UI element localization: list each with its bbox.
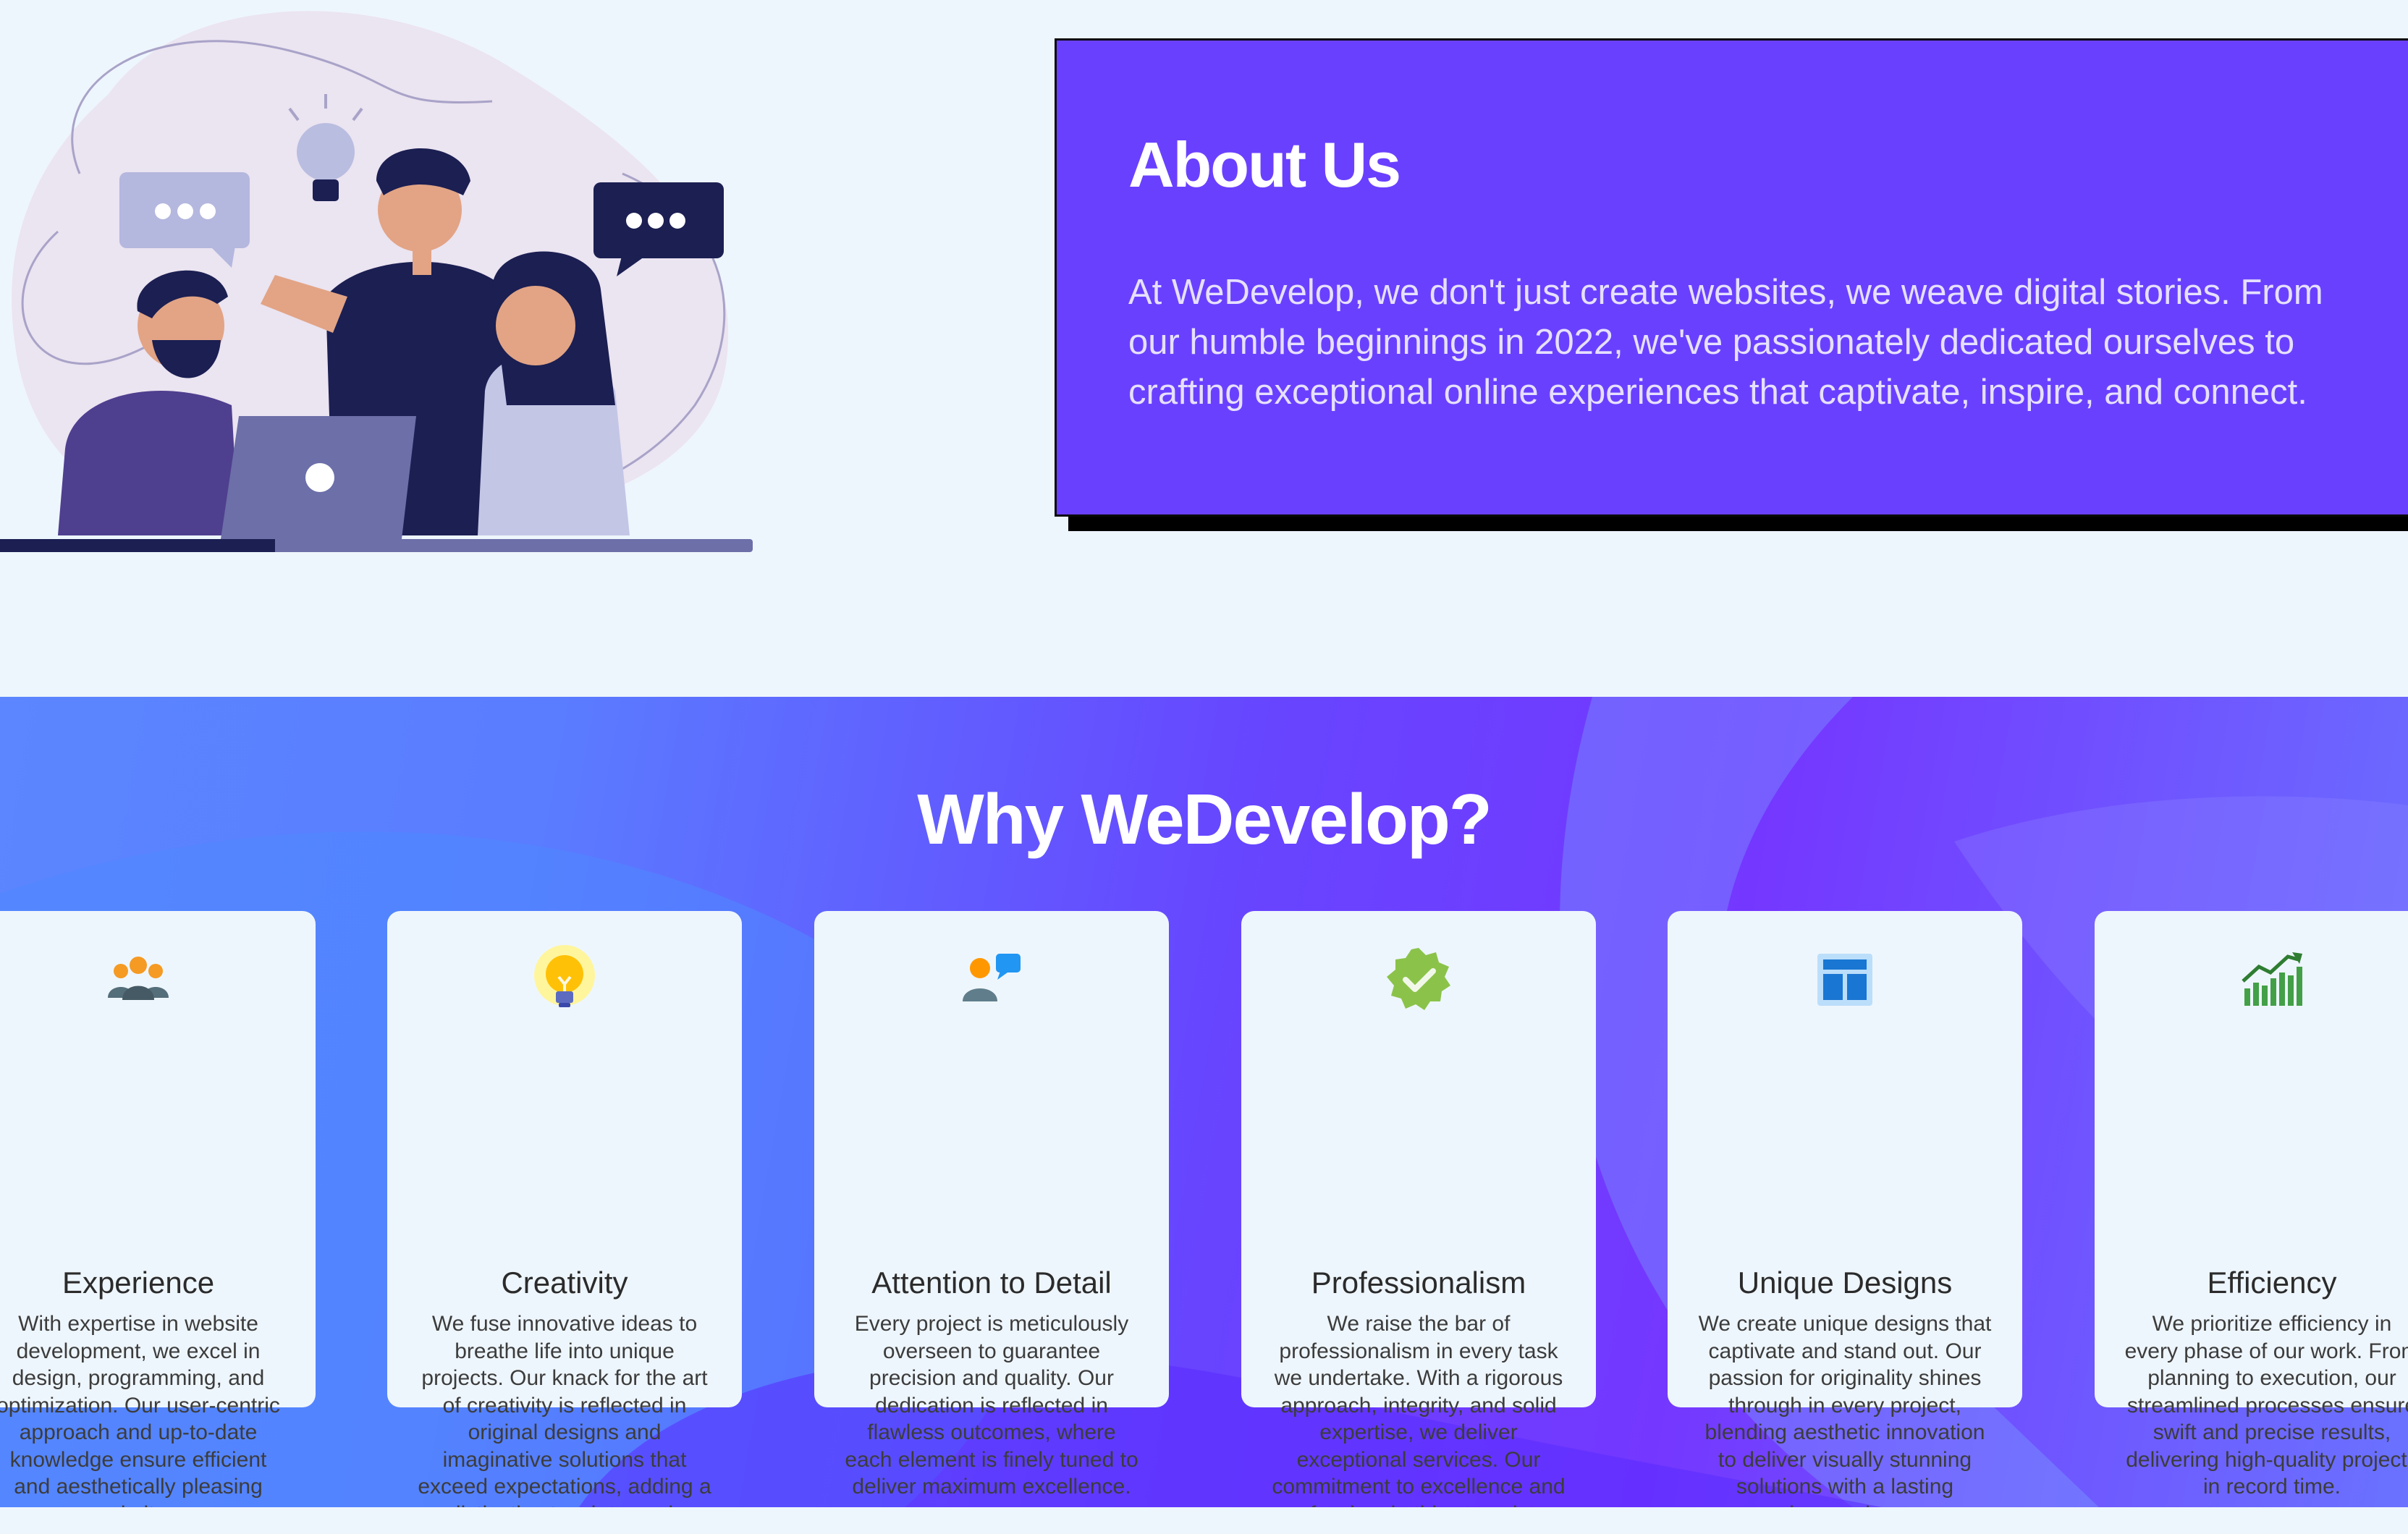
laptop-icon [221, 416, 416, 539]
card-title: Creativity [501, 1266, 628, 1300]
verified-badge-icon [1387, 948, 1450, 1010]
card-title: Experience [62, 1266, 215, 1300]
feature-card-attention-to-detail: Attention to Detail Every project is met… [814, 911, 1169, 1499]
layout-icon [1817, 954, 1872, 1006]
card-title: Attention to Detail [871, 1266, 1112, 1300]
lightbulb-icon [534, 945, 595, 1007]
card-description: With expertise in website development, w… [0, 1312, 280, 1507]
feature-card-experience: Experience With expertise in website dev… [0, 911, 316, 1507]
why-title: Why WeDevelop? [917, 779, 1492, 859]
card-title: Professionalism [1311, 1266, 1526, 1300]
feature-card-efficiency: Efficiency We prioritize efficiency in e… [2095, 911, 2408, 1499]
card-description: We create unique designs that captivate … [1698, 1312, 1992, 1507]
section-divider [0, 1507, 2408, 1534]
card-description: We raise the bar of professionalism in e… [1272, 1312, 1566, 1507]
why-section: Why WeDevelop? Experience With expertise… [0, 697, 2408, 1507]
card-title: Efficiency [2207, 1266, 2337, 1300]
team-icon [108, 957, 169, 1000]
about-title: About Us [1128, 129, 1401, 200]
growth-chart-icon [2242, 952, 2302, 1006]
feature-card-professionalism: Professionalism We raise the bar of prof… [1241, 911, 1596, 1507]
card-title: Unique Designs [1737, 1266, 1953, 1300]
team-collaboration-illustration [0, 11, 753, 552]
about-text: At WeDevelop, we don't just create websi… [1128, 273, 2323, 412]
card-description: We prioritize efficiency in every phase … [2124, 1312, 2408, 1499]
feature-card-creativity: Creativity We fuse innovative ideas to b… [387, 911, 742, 1507]
card-description: We fuse innovative ideas to breathe life… [418, 1312, 711, 1507]
feature-card-unique-designs: Unique Designs We create unique designs … [1668, 911, 2022, 1507]
about-section: About Us At WeDevelop, we don't just cre… [1055, 38, 2408, 517]
card-description: Every project is meticulously overseen t… [845, 1312, 1138, 1499]
person-chat-icon [963, 954, 1021, 1001]
